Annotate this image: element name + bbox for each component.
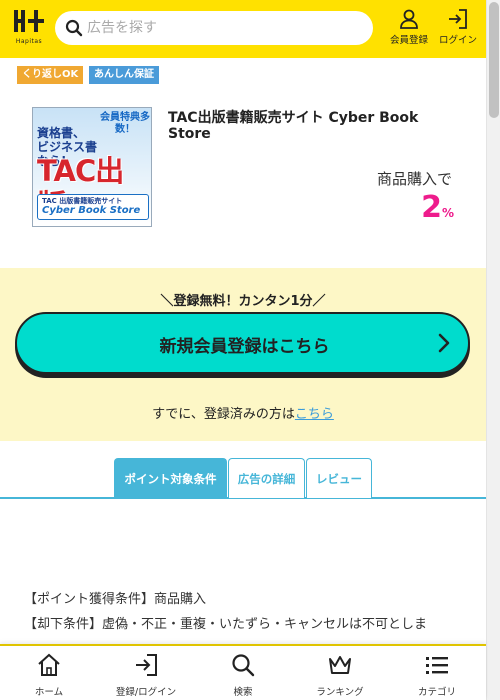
page: Hapitas 会員登録 ログイン bbox=[0, 0, 500, 700]
point-condition-text: 【ポイント獲得条件】商品購入 bbox=[24, 592, 207, 607]
reward-rate: 2% bbox=[300, 190, 454, 225]
register-tagline: ＼登録無料！カンタン1分／ bbox=[160, 294, 326, 309]
list-icon bbox=[426, 657, 448, 674]
nav-home[interactable]: ホーム bbox=[9, 652, 89, 698]
login-header-button[interactable]: ログイン bbox=[434, 8, 482, 50]
logo-text: Hapitas bbox=[15, 38, 43, 45]
nav-register-login[interactable]: 登録/ログイン bbox=[106, 652, 186, 698]
login-header-label: ログイン bbox=[438, 35, 477, 46]
chevron-right-icon bbox=[438, 333, 450, 353]
search-box[interactable] bbox=[55, 11, 373, 45]
nav-ranking[interactable]: ランキング bbox=[300, 652, 380, 698]
already-registered-link[interactable]: こちら bbox=[295, 407, 334, 422]
search-icon bbox=[232, 654, 255, 677]
login-icon bbox=[136, 654, 157, 676]
reject-condition-text: 【却下条件】虚偽・不正・重複・いたずら・キャンセルは不可としま bbox=[24, 617, 428, 632]
nav-category-label: カテゴリ bbox=[417, 687, 456, 698]
register-header-label: 会員登録 bbox=[389, 35, 428, 46]
nav-search-label: 検索 bbox=[233, 687, 253, 698]
shop-name: TAC出版書籍販売サイト Cyber Book Store bbox=[168, 110, 419, 142]
register-button-label: 新規会員登録はこちら bbox=[159, 337, 330, 357]
bottom-nav: ホーム 登録/ログイン 検索 ランキング カテゴリ bbox=[0, 644, 486, 700]
nav-home-label: ホーム bbox=[34, 687, 64, 698]
user-icon bbox=[400, 9, 418, 29]
shop-banner-image[interactable]: 会員特典多数！ 資格書、ビジネス書なら! TAC出版 TAC 出版書籍販売サイト… bbox=[32, 107, 152, 227]
reward-condition: 商品購入で bbox=[376, 170, 452, 188]
search-icon bbox=[65, 19, 83, 37]
hapitas-logo-mark bbox=[14, 10, 44, 32]
scrollbar[interactable] bbox=[486, 0, 500, 700]
crown-icon bbox=[329, 656, 351, 674]
register-header-button[interactable]: 会員登録 bbox=[386, 8, 432, 50]
tab-reviews[interactable]: レビュー bbox=[306, 458, 372, 498]
reward-rate-unit: % bbox=[441, 206, 454, 220]
nav-ranking-label: ランキング bbox=[316, 687, 364, 698]
hapitas-logo[interactable]: Hapitas bbox=[12, 8, 46, 46]
nav-search[interactable]: 検索 bbox=[203, 652, 283, 698]
scrollbar-thumb[interactable] bbox=[489, 2, 499, 118]
already-registered-text: すでに、登録済みの方はこちら bbox=[152, 407, 334, 422]
header: Hapitas 会員登録 ログイン bbox=[0, 0, 486, 58]
search-input[interactable] bbox=[87, 17, 357, 39]
tab-point-conditions[interactable]: ポイント対象条件 bbox=[114, 458, 227, 498]
reward-rate-value: 2 bbox=[421, 190, 442, 225]
nav-category[interactable]: カテゴリ bbox=[397, 652, 477, 698]
login-icon bbox=[449, 9, 467, 29]
banner-logo-text: Cyber Book Store bbox=[42, 205, 141, 216]
home-icon bbox=[38, 653, 60, 676]
guarantee-badge: あんしん保証 bbox=[89, 66, 159, 84]
repeat-ok-badge: くり返しOK bbox=[17, 66, 84, 84]
banner-logo-box: TAC 出版書籍販売サイト Cyber Book Store bbox=[37, 194, 149, 220]
nav-register-login-label: 登録/ログイン bbox=[115, 687, 177, 698]
new-member-register-button[interactable]: 新規会員登録はこちら bbox=[15, 312, 470, 374]
tab-ad-details[interactable]: 広告の詳細 bbox=[228, 458, 305, 498]
